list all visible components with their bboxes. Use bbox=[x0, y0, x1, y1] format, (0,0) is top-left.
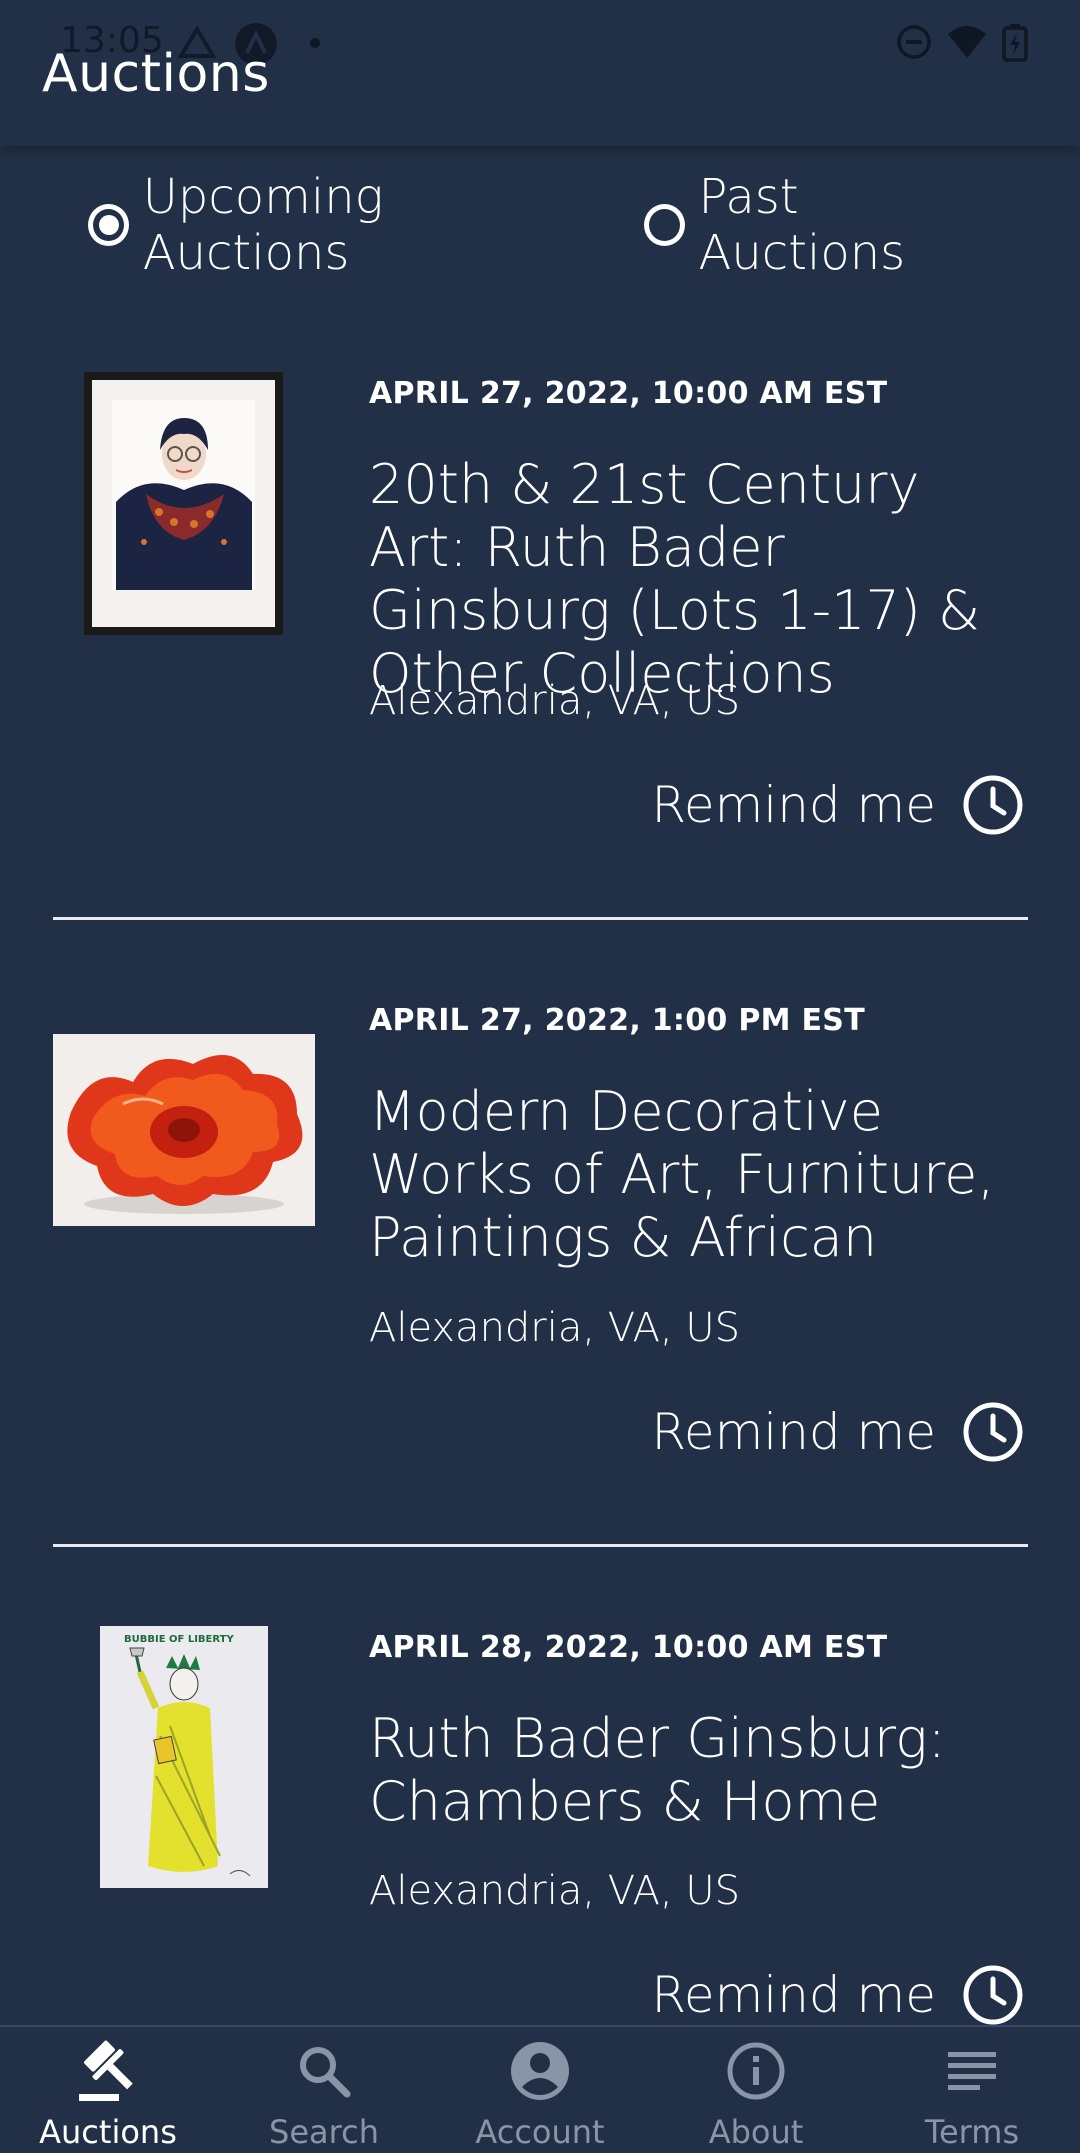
wifi-icon bbox=[948, 26, 986, 58]
nav-item-about[interactable]: About bbox=[648, 2027, 864, 2153]
nav-item-auctions[interactable]: Auctions bbox=[0, 2027, 216, 2153]
account-icon bbox=[510, 2039, 570, 2103]
nav-label: Search bbox=[269, 2113, 379, 2151]
nav-label: Terms bbox=[924, 2113, 1020, 2151]
nav-item-terms[interactable]: Terms bbox=[864, 2027, 1080, 2153]
auctions-screen: 13:05 Auctions Upcoming Auctions Past Au… bbox=[0, 0, 1080, 2153]
auction-date: APRIL 28, 2022, 10:00 AM EST bbox=[369, 1630, 888, 1665]
clock-icon bbox=[963, 1965, 1023, 2025]
auction-thumbnail[interactable]: BUBBIE OF LIBERTY bbox=[100, 1626, 268, 1888]
bottom-navigation: Auctions Search Account About Terms bbox=[0, 2025, 1080, 2153]
auction-location: Alexandria, VA, US bbox=[369, 1868, 741, 1914]
statue-of-liberty-drawing: BUBBIE OF LIBERTY bbox=[100, 1626, 268, 1888]
nav-label: Account bbox=[475, 2113, 605, 2151]
remind-me-label: Remind me bbox=[651, 1966, 936, 2024]
svg-text:BUBBIE OF LIBERTY: BUBBIE OF LIBERTY bbox=[124, 1634, 234, 1645]
nav-label: About bbox=[708, 2113, 804, 2151]
nav-item-account[interactable]: Account bbox=[432, 2027, 648, 2153]
battery-icon bbox=[1002, 24, 1028, 62]
notification-dot bbox=[310, 38, 320, 48]
gavel-icon bbox=[75, 2039, 141, 2103]
nav-item-search[interactable]: Search bbox=[216, 2027, 432, 2153]
page-title: Auctions bbox=[42, 44, 270, 104]
auction-title[interactable]: Ruth Bader Ginsburg: Chambers & Home bbox=[369, 1707, 1029, 1833]
search-icon bbox=[295, 2039, 353, 2103]
nav-label: Auctions bbox=[39, 2113, 177, 2151]
auction-list-item[interactable]: BUBBIE OF LIBERTY APRIL 28, 2022, 10:00 … bbox=[0, 0, 1080, 2025]
remind-me-button[interactable]: Remind me bbox=[651, 1964, 1024, 2026]
status-icons bbox=[896, 24, 1028, 62]
do-not-disturb-icon bbox=[897, 25, 931, 59]
info-icon bbox=[726, 2039, 786, 2103]
lines-icon bbox=[944, 2039, 1000, 2103]
app-header: 13:05 Auctions bbox=[0, 0, 1080, 146]
